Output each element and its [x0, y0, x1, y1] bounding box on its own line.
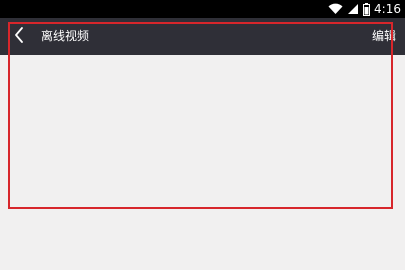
chevron-left-icon: [14, 26, 24, 47]
page-title: 离线视频: [41, 29, 90, 43]
status-icons: 4:16: [328, 1, 401, 17]
app-bar: 离线视频 编辑: [0, 18, 405, 55]
signal-icon: [347, 3, 359, 15]
wifi-icon: [328, 3, 343, 15]
back-button[interactable]: [6, 18, 32, 55]
content-area: [0, 55, 405, 270]
edit-button[interactable]: 编辑: [372, 18, 396, 55]
status-bar: 4:16: [0, 0, 405, 18]
battery-icon: [363, 2, 371, 16]
status-time: 4:16: [374, 2, 401, 16]
